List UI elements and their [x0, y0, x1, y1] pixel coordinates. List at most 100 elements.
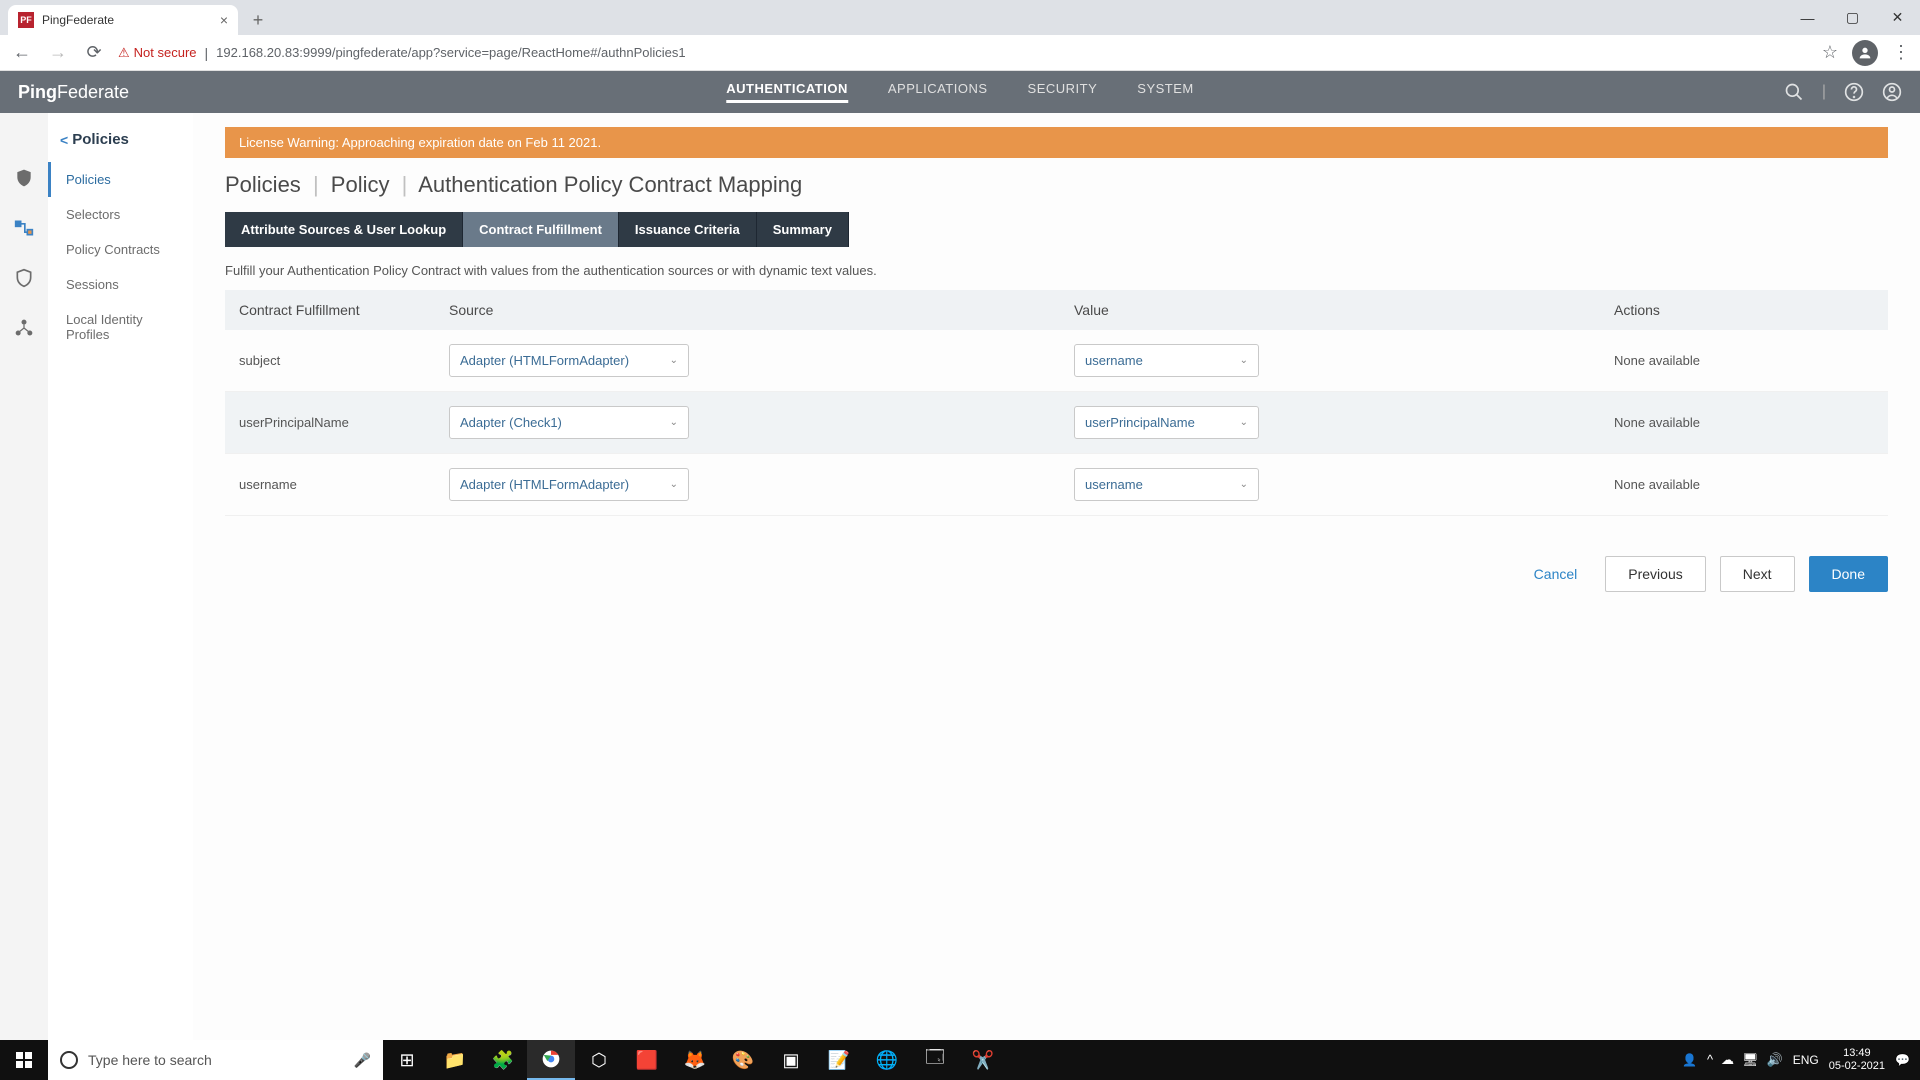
user-icon[interactable] — [1882, 82, 1902, 102]
taskbar-search[interactable]: Type here to search 🎤 — [48, 1040, 383, 1080]
content-area: License Warning: Approaching expiration … — [193, 113, 1920, 1040]
sidebar-item-policies[interactable]: Policies — [48, 162, 193, 197]
sidebar-item-sessions[interactable]: Sessions — [48, 267, 193, 302]
warning-icon: ⚠ — [118, 45, 130, 61]
volume-icon[interactable]: 🔊 — [1767, 1052, 1783, 1068]
breadcrumb-policy[interactable]: Policy — [331, 172, 390, 197]
menu-icon[interactable]: ⋮ — [1892, 42, 1910, 63]
tab-attribute-sources[interactable]: Attribute Sources & User Lookup — [225, 212, 463, 247]
paint-icon[interactable]: 🎨 — [719, 1040, 767, 1080]
tab-summary[interactable]: Summary — [757, 212, 849, 247]
tab-close-icon[interactable]: × — [220, 12, 228, 28]
minimize-button[interactable]: — — [1785, 0, 1830, 35]
terminal-icon[interactable]: ▣ — [767, 1040, 815, 1080]
logo-bold: Ping — [18, 82, 57, 102]
reload-button[interactable]: ⟳ — [82, 42, 106, 63]
close-window-button[interactable]: ✕ — [1875, 0, 1920, 35]
unity-icon[interactable]: ⬡ — [575, 1040, 623, 1080]
bookmark-icon[interactable]: ☆ — [1822, 42, 1838, 63]
chevron-left-icon: < — [60, 132, 68, 148]
sidebar-item-policy-contracts[interactable]: Policy Contracts — [48, 232, 193, 267]
table-row: userPrincipalName Adapter (Check1) ⌄ use… — [225, 392, 1888, 454]
cancel-link[interactable]: Cancel — [1520, 558, 1592, 590]
maximize-button[interactable]: ▢ — [1830, 0, 1875, 35]
tray-chevron-icon[interactable]: ^ — [1707, 1052, 1713, 1068]
edge-icon[interactable]: 🌐 — [863, 1040, 911, 1080]
people-icon[interactable]: 👤 — [1682, 1053, 1697, 1067]
nav-system[interactable]: SYSTEM — [1137, 81, 1193, 103]
contract-cell: userPrincipalName — [239, 415, 449, 430]
shield-outline-icon[interactable] — [14, 268, 34, 288]
task-view-icon[interactable]: ⊞ — [383, 1040, 431, 1080]
tab-contract-fulfillment[interactable]: Contract Fulfillment — [463, 212, 619, 247]
select-value: userPrincipalName — [1085, 415, 1195, 430]
sidebar-header-label: Policies — [72, 131, 129, 148]
nav-applications[interactable]: APPLICATIONS — [888, 81, 988, 103]
not-secure-indicator[interactable]: ⚠ Not secure — [118, 45, 197, 61]
app-header: PingFederate AUTHENTICATION APPLICATIONS… — [0, 71, 1920, 113]
chevron-down-icon: ⌄ — [1240, 417, 1248, 428]
network-icon[interactable]: 🖥 — [1742, 1052, 1759, 1068]
nav-security[interactable]: SECURITY — [1028, 81, 1098, 103]
start-button[interactable] — [0, 1040, 48, 1080]
notepad-icon[interactable]: 📝 — [815, 1040, 863, 1080]
select-value: username — [1085, 353, 1143, 368]
nodes-icon[interactable] — [14, 318, 34, 338]
new-tab-button[interactable]: + — [244, 6, 272, 34]
app-body: < Policies Policies Selectors Policy Con… — [0, 113, 1920, 1040]
snip-icon[interactable]: ✂️ — [959, 1040, 1007, 1080]
value-select[interactable]: userPrincipalName ⌄ — [1074, 406, 1259, 439]
next-button[interactable]: Next — [1720, 556, 1795, 592]
back-button[interactable]: ← — [10, 42, 34, 63]
app-icon-misc[interactable]: 🗔 — [911, 1040, 959, 1080]
sidebar-item-selectors[interactable]: Selectors — [48, 197, 193, 232]
search-placeholder: Type here to search — [88, 1052, 212, 1068]
clock[interactable]: 13:49 05-02-2021 — [1829, 1047, 1885, 1073]
app-icon[interactable]: 🧩 — [479, 1040, 527, 1080]
browser-address-bar: ← → ⟳ ⚠ Not secure | 192.168.20.83:9999/… — [0, 35, 1920, 71]
previous-button[interactable]: Previous — [1605, 556, 1705, 592]
url-field[interactable]: ⚠ Not secure | 192.168.20.83:9999/pingfe… — [118, 45, 1810, 61]
mic-icon[interactable]: 🎤 — [354, 1052, 371, 1069]
tray-icons: ^ ☁ 🖥 🔊 — [1707, 1052, 1783, 1068]
language-indicator[interactable]: ENG — [1793, 1053, 1819, 1067]
notification-icon[interactable]: 💬 — [1895, 1053, 1910, 1067]
shield-icon[interactable] — [14, 168, 34, 188]
not-secure-label: Not secure — [134, 45, 197, 60]
firefox-icon[interactable]: 🦊 — [671, 1040, 719, 1080]
windows-taskbar: Type here to search 🎤 ⊞ 📁 🧩 ⬡ 🟥 🦊 🎨 ▣ 📝 … — [0, 1040, 1920, 1080]
help-icon[interactable] — [1844, 82, 1864, 102]
value-select[interactable]: username ⌄ — [1074, 468, 1259, 501]
select-value: Adapter (Check1) — [460, 415, 562, 430]
browser-tabs-bar: PF PingFederate × + — ▢ ✕ — [0, 0, 1920, 35]
sidebar-item-local-identity-profiles[interactable]: Local Identity Profiles — [48, 302, 193, 352]
forward-button[interactable]: → — [46, 42, 70, 63]
sidebar-header[interactable]: < Policies — [48, 131, 193, 162]
source-select[interactable]: Adapter (Check1) ⌄ — [449, 406, 689, 439]
search-icon[interactable] — [1784, 82, 1804, 102]
app-icon-red[interactable]: 🟥 — [623, 1040, 671, 1080]
breadcrumb-separator: | — [313, 172, 319, 197]
contract-cell: username — [239, 477, 449, 492]
chevron-down-icon: ⌄ — [1240, 355, 1248, 366]
done-button[interactable]: Done — [1809, 556, 1888, 592]
tab-title: PingFederate — [42, 13, 114, 27]
onedrive-icon[interactable]: ☁ — [1721, 1052, 1734, 1068]
table-row: subject Adapter (HTMLFormAdapter) ⌄ user… — [225, 330, 1888, 392]
chrome-icon[interactable] — [527, 1040, 575, 1080]
actions-cell: None available — [1614, 477, 1874, 492]
nav-authentication[interactable]: AUTHENTICATION — [726, 81, 848, 103]
browser-tab[interactable]: PF PingFederate × — [8, 5, 238, 35]
flow-icon[interactable] — [14, 218, 34, 238]
breadcrumb-policies[interactable]: Policies — [225, 172, 301, 197]
source-select[interactable]: Adapter (HTMLFormAdapter) ⌄ — [449, 344, 689, 377]
file-explorer-icon[interactable]: 📁 — [431, 1040, 479, 1080]
icon-rail — [0, 113, 48, 1040]
address-bar-right: ☆ ⋮ — [1822, 40, 1910, 66]
logo[interactable]: PingFederate — [18, 82, 129, 103]
profile-button[interactable] — [1852, 40, 1878, 66]
breadcrumb: Policies | Policy | Authentication Polic… — [225, 172, 1888, 198]
tab-issuance-criteria[interactable]: Issuance Criteria — [619, 212, 757, 247]
source-select[interactable]: Adapter (HTMLFormAdapter) ⌄ — [449, 468, 689, 501]
value-select[interactable]: username ⌄ — [1074, 344, 1259, 377]
